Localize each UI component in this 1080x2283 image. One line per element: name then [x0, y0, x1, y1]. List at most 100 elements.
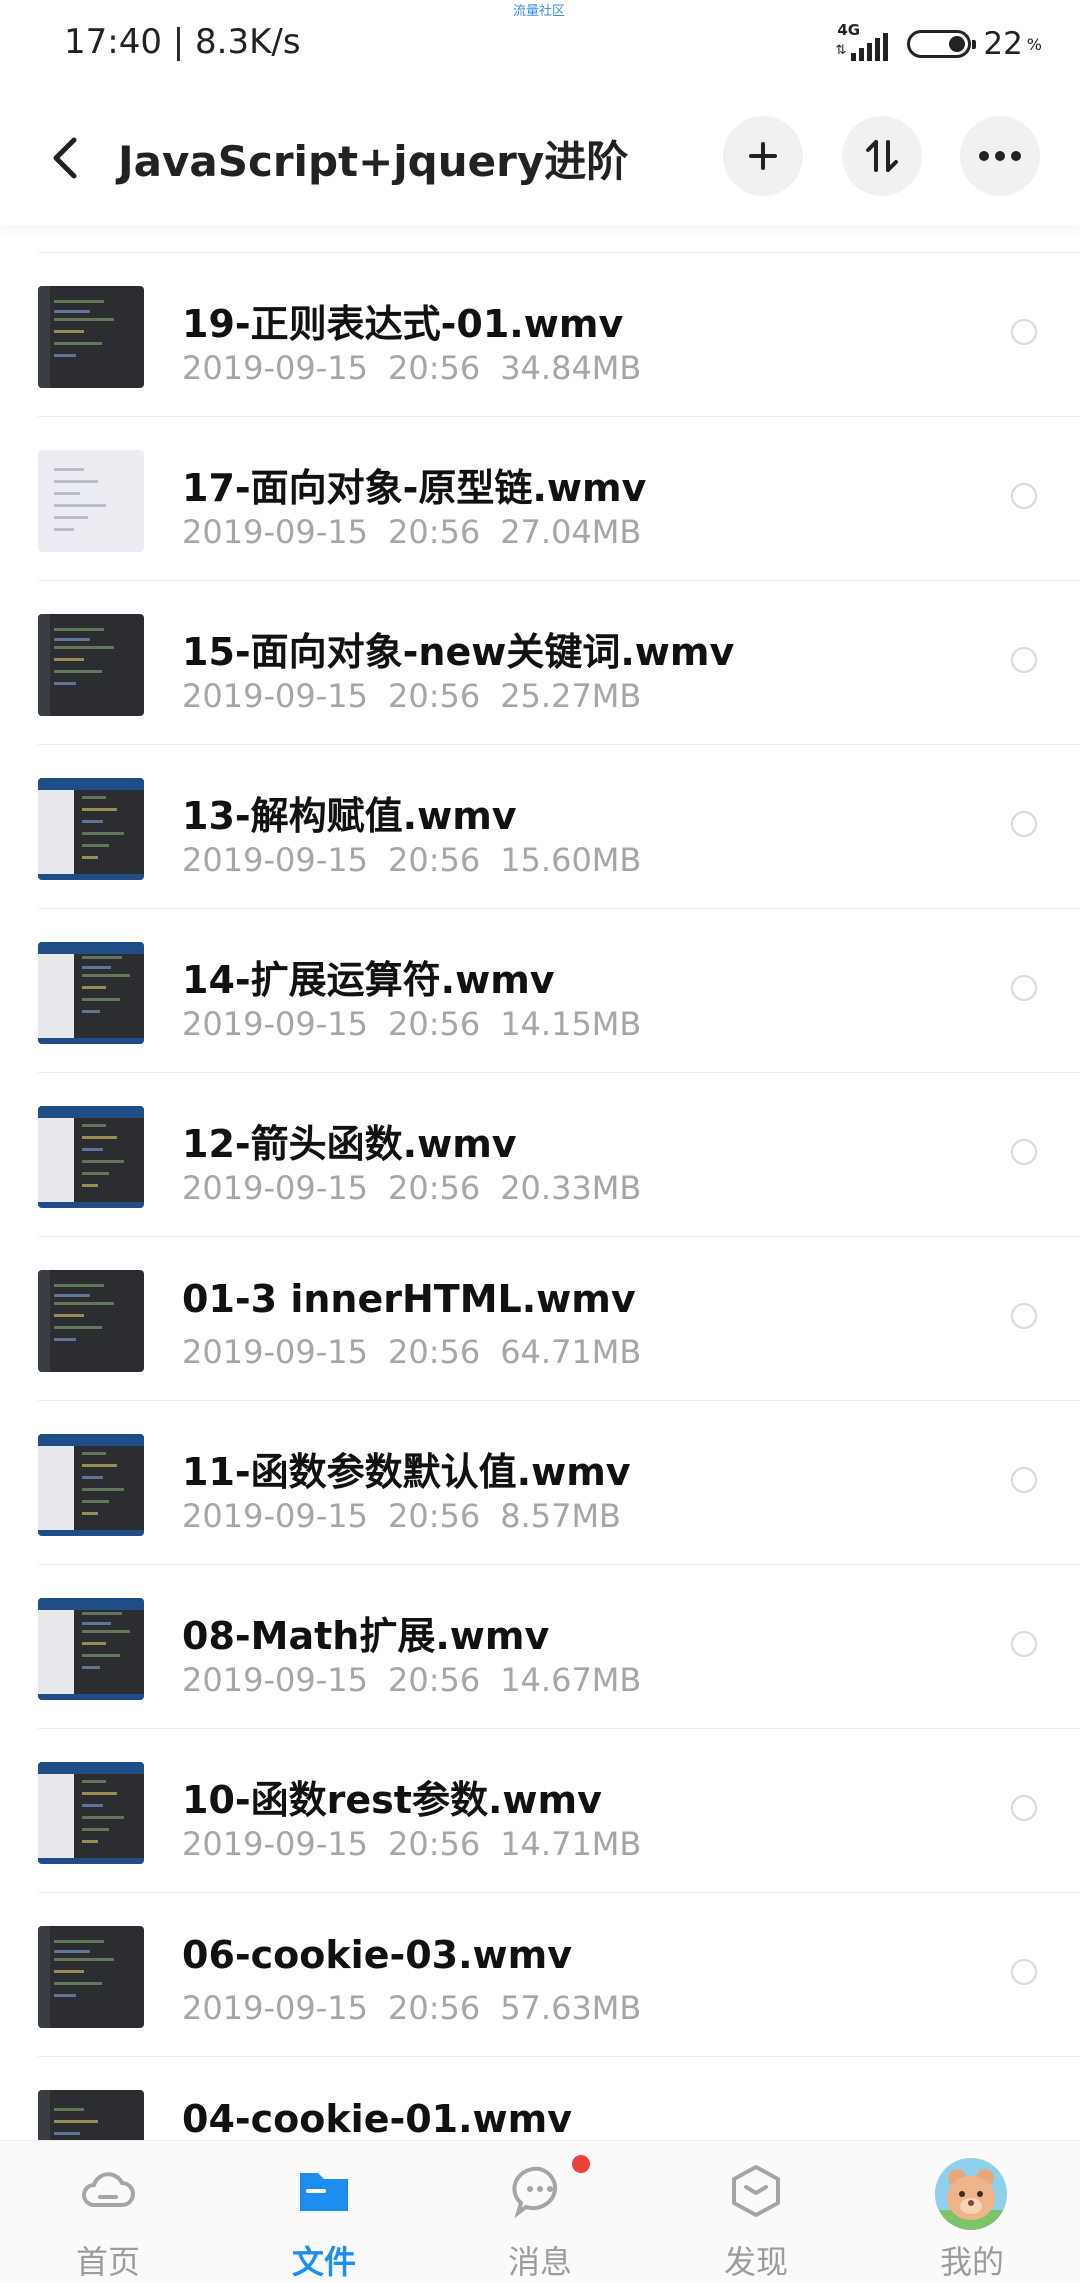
file-date: 2019-09-15	[182, 1005, 368, 1043]
file-name: 11-函数参数默认值.wmv	[182, 1450, 631, 1494]
file-name: 15-面向对象-new关键词.wmv	[182, 630, 735, 674]
list-item[interactable]: 12-箭头函数.wmv 2019-09-15 20:56 20.33MB	[0, 1073, 1080, 1237]
more-button[interactable]	[960, 116, 1040, 196]
file-name: 08-Math扩展.wmv	[182, 1614, 550, 1658]
file-time: 20:56	[387, 513, 481, 551]
file-thumbnail	[38, 942, 144, 1044]
list-item[interactable]: 14-扩展运算符.wmv 2019-09-15 20:56 14.15MB	[0, 909, 1080, 1073]
file-thumbnail	[38, 614, 144, 716]
file-thumbnail	[38, 778, 144, 880]
tab-home[interactable]: 首页	[0, 2141, 216, 2281]
battery-icon	[907, 30, 977, 58]
file-meta: 2019-09-15 20:56 27.04MB	[182, 513, 641, 551]
list-item[interactable]: 19-正则表达式-01.wmv 2019-09-15 20:56 34.84MB	[0, 253, 1080, 417]
status-tiny-label: 流量社区	[513, 4, 566, 19]
select-checkbox[interactable]	[1011, 1467, 1037, 1493]
list-item[interactable]: 04-cookie-01.wmv	[0, 2057, 1080, 2140]
file-meta: 2019-09-15 20:56 8.57MB	[182, 1497, 621, 1535]
tab-label: 消息	[507, 2243, 572, 2281]
list-item[interactable]: 01-3 innerHTML.wmv 2019-09-15 20:56 64.71MB	[0, 1237, 1080, 1401]
list-item[interactable]: 06-cookie-03.wmv 2019-09-15 20:56 57.63MB	[0, 1893, 1080, 2057]
app-header: JavaScript+jquery进阶	[0, 90, 1080, 225]
select-checkbox[interactable]	[1011, 319, 1037, 345]
select-checkbox[interactable]	[1011, 1139, 1037, 1165]
avatar-icon	[935, 2158, 1007, 2230]
tab-files[interactable]: 文件	[216, 2141, 432, 2281]
file-date: 2019-09-15	[182, 841, 368, 879]
list-item[interactable]: 15-面向对象-new关键词.wmv 2019-09-15 20:56 25.27MB	[0, 581, 1080, 745]
back-arrow-icon	[53, 137, 77, 179]
select-checkbox[interactable]	[1011, 1959, 1037, 1985]
file-time: 20:56	[387, 1497, 481, 1535]
list-item[interactable]: 17-面向对象-原型链.wmv 2019-09-15 20:56 27.04MB	[0, 417, 1080, 581]
file-name: 12-箭头函数.wmv	[182, 1122, 517, 1166]
back-button[interactable]	[44, 130, 94, 186]
file-date: 2019-09-15	[182, 677, 368, 715]
file-meta: 2019-09-15 20:56 20.33MB	[182, 1169, 641, 1207]
file-size: 64.71MB	[500, 1333, 642, 1371]
file-size: 14.71MB	[500, 1825, 642, 1863]
select-checkbox[interactable]	[1011, 647, 1037, 673]
file-thumbnail	[38, 450, 144, 552]
file-size: 57.63MB	[500, 1989, 642, 2027]
battery-unit: %	[1026, 34, 1042, 54]
file-date: 2019-09-15	[182, 1333, 368, 1371]
page-title: JavaScript+jquery进阶	[118, 137, 629, 186]
file-name: 06-cookie-03.wmv	[182, 1933, 573, 1977]
file-date: 2019-09-15	[182, 1661, 368, 1699]
sort-button[interactable]	[842, 116, 922, 196]
select-checkbox[interactable]	[1011, 1631, 1037, 1657]
chat-icon	[512, 2166, 558, 2219]
file-thumbnail	[38, 286, 144, 388]
file-thumbnail	[38, 2090, 144, 2140]
tab-label: 我的	[939, 2243, 1004, 2281]
file-thumbnail	[38, 1762, 144, 1864]
status-icons: 4G ⇅ 22 %	[831, 21, 1042, 64]
select-checkbox[interactable]	[1011, 1795, 1037, 1821]
notification-badge	[572, 2155, 590, 2173]
file-size: 25.27MB	[500, 677, 642, 715]
file-size: 34.84MB	[500, 349, 642, 387]
file-size: 14.67MB	[500, 1661, 642, 1699]
file-time: 20:56	[387, 349, 481, 387]
file-size: 27.04MB	[500, 513, 642, 551]
select-checkbox[interactable]	[1011, 975, 1037, 1001]
cube-icon	[732, 2165, 780, 2217]
file-name: 10-函数rest参数.wmv	[182, 1778, 602, 1822]
avatar[interactable]	[935, 2158, 1007, 2230]
file-meta: 2019-09-15 20:56 15.60MB	[182, 841, 641, 879]
file-name: 14-扩展运算符.wmv	[182, 958, 555, 1002]
file-date: 2019-09-15	[182, 1825, 368, 1863]
file-date: 2019-09-15	[182, 1497, 368, 1535]
file-name: 17-面向对象-原型链.wmv	[182, 466, 647, 510]
list-item[interactable]	[0, 225, 1080, 253]
file-thumbnail	[38, 1270, 144, 1372]
select-checkbox[interactable]	[1011, 1303, 1037, 1329]
file-size: 15.60MB	[500, 841, 642, 879]
file-time: 20:56	[387, 1005, 481, 1043]
status-time-speed: 17:40 | 8.3K/s	[64, 22, 301, 62]
file-name: 13-解构赋值.wmv	[182, 794, 517, 838]
file-time: 20:56	[387, 1333, 481, 1371]
file-meta: 2019-09-15 20:56 14.67MB	[182, 1661, 641, 1699]
tab-discover[interactable]: 发现	[648, 2141, 864, 2281]
battery-level: 22	[983, 26, 1023, 62]
plus-icon	[749, 142, 777, 170]
status-bar: 17:40 | 8.3K/s 流量社区 4G ⇅ 22 %	[0, 0, 1080, 90]
file-thumbnail	[38, 1598, 144, 1700]
list-item[interactable]: 13-解构赋值.wmv 2019-09-15 20:56 15.60MB	[0, 745, 1080, 909]
select-checkbox[interactable]	[1011, 483, 1037, 509]
more-icon	[979, 151, 1021, 161]
add-button[interactable]	[723, 116, 803, 196]
cloud-icon	[82, 2172, 135, 2207]
list-item[interactable]: 08-Math扩展.wmv 2019-09-15 20:56 14.67MB	[0, 1565, 1080, 1729]
select-checkbox[interactable]	[1011, 811, 1037, 837]
list-item[interactable]: 10-函数rest参数.wmv 2019-09-15 20:56 14.71MB	[0, 1729, 1080, 1893]
tab-messages[interactable]: 消息	[432, 2141, 648, 2281]
file-thumbnail	[38, 1106, 144, 1208]
file-list[interactable]: 19-正则表达式-01.wmv 2019-09-15 20:56 34.84MB 17-…	[0, 225, 1080, 2140]
list-item[interactable]: 11-函数参数默认值.wmv 2019-09-15 20:56 8.57MB	[0, 1401, 1080, 1565]
file-time: 20:56	[387, 1661, 481, 1699]
file-name: 01-3 innerHTML.wmv	[182, 1277, 636, 1321]
sort-icon	[866, 140, 898, 172]
